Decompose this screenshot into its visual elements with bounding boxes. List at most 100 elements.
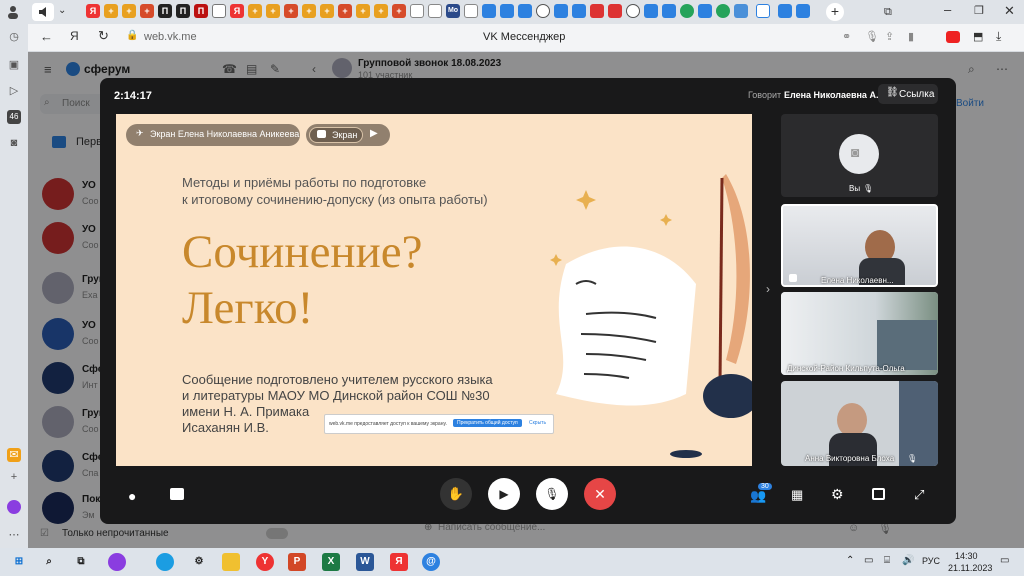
tab-icon-whatsapp[interactable] [716,4,730,18]
picture-in-picture-icon[interactable] [872,488,885,500]
tab-icon-page[interactable]: П [158,4,172,18]
camera-toggle-button[interactable]: ▶ [488,478,520,510]
tab-icon-globe[interactable] [626,4,640,18]
window-minimize-button[interactable]: – [944,2,951,17]
tab-icon-mail[interactable] [698,4,712,18]
network-icon[interactable]: ⌸ [884,555,890,566]
share-screen-icon[interactable] [170,488,184,500]
fullscreen-icon[interactable]: ⤢ [914,487,924,503]
tabs-dropdown-icon[interactable]: ⌄ [58,5,70,19]
tab-icon-globe[interactable] [212,4,226,18]
settings-gear-icon[interactable]: ⚙ [831,486,844,503]
record-icon[interactable] [946,31,960,43]
badge-46-icon[interactable]: 46 [7,110,21,124]
tab-icon-vk[interactable] [518,4,532,18]
participant-tile[interactable]: Динской-Район Кильпута-Ольга [781,292,938,375]
tiles-expand-chevron-icon[interactable]: › [766,282,770,296]
alice-taskbar-icon[interactable] [108,553,126,571]
search-icon[interactable]: ⌕ [40,553,58,571]
clock-date[interactable]: 21.11.2023 [948,563,992,573]
yandex-browser-icon[interactable]: Y [256,553,274,571]
grid-layout-icon[interactable]: ▦ [791,487,803,503]
tab-icon-cross[interactable]: + [320,4,334,18]
stop-sharing-button[interactable]: Прекратить общий доступ [453,419,522,427]
tab-icon-cross[interactable]: + [374,4,388,18]
tab-icon-mail[interactable] [644,4,658,18]
tray-app-icon[interactable]: ▭ [864,555,873,566]
screen-toggle-pill[interactable]: Экран ▶ [306,124,390,146]
new-tab-button[interactable]: + [826,3,844,21]
translate-icon[interactable]: ⚭ [842,30,851,43]
sound-tab[interactable] [32,3,54,21]
tab-icon-cross[interactable]: + [338,4,352,18]
download-icon[interactable]: ⤓ [996,29,1001,44]
notifications-icon[interactable]: ▭ [1000,555,1009,566]
camera-toggle-icon[interactable]: ▶ [370,128,378,139]
tab-icon-whatsapp[interactable] [680,4,694,18]
window-close-button[interactable]: ✕ [1004,3,1015,19]
participant-tile[interactable]: Анна Викторовна Блоха 🎙 [781,381,938,466]
mail-app-icon[interactable]: ✉ [7,448,21,462]
tab-icon-vk-active[interactable] [756,4,770,18]
tab-icon-mo[interactable]: Мо [446,4,460,18]
tab-icon-cross[interactable]: + [122,4,136,18]
tab-icon-doc[interactable] [464,4,478,18]
tab-icon-cross[interactable]: + [356,4,370,18]
yandex-icon[interactable]: Я [70,29,79,43]
task-view-icon[interactable]: ⧉ [72,553,90,571]
tab-icon-page[interactable]: П [176,4,190,18]
profile-icon[interactable] [7,5,19,19]
tab-icon-cross[interactable]: + [302,4,316,18]
tab-icon-red[interactable] [590,4,604,18]
bookmark-icon[interactable]: ▮ [908,30,914,43]
explorer-icon[interactable] [222,553,240,571]
tab-icon-globe[interactable] [536,4,550,18]
end-call-button[interactable]: ✕ [584,478,616,510]
hide-notice-button[interactable]: Скрыть [529,420,546,426]
copy-link-button[interactable]: ⛓ Ссылка [878,84,938,104]
more-icon[interactable]: ⋯ [7,528,21,542]
tab-icon-mail[interactable] [482,4,496,18]
chat-icon[interactable]: ● [128,488,136,504]
tab-icon-cross[interactable]: + [248,4,262,18]
tab-icon-doc[interactable] [428,4,442,18]
share-icon[interactable]: ⇪ [885,30,894,43]
tab-icon-cross[interactable]: + [392,4,406,18]
camera-icon[interactable]: ◙ [7,136,21,150]
window-tabs-icon[interactable]: ⧉ [884,6,892,19]
clock-time[interactable]: 14:30 [955,551,978,561]
participant-tile[interactable]: ◙ Вы 🎙 [781,114,938,197]
powerpoint-icon[interactable]: P [288,553,306,571]
edge-icon[interactable] [156,553,174,571]
tab-icon-cross[interactable]: + [266,4,280,18]
extensions-icon[interactable]: ⬒ [973,30,983,43]
back-icon[interactable]: ← [40,29,53,44]
microphone-toggle-button[interactable]: 🎙 [536,478,568,510]
history-icon[interactable]: ◷ [7,30,21,44]
tab-icon-vk[interactable] [572,4,586,18]
word-icon[interactable]: W [356,553,374,571]
tab-icon-cross[interactable]: + [104,4,118,18]
volume-icon[interactable]: 🔊 [902,555,914,566]
tab-icon-yandex[interactable]: Я [86,4,100,18]
alice-icon[interactable] [7,500,21,514]
excel-icon[interactable]: X [322,553,340,571]
add-app-icon[interactable]: + [7,470,21,484]
participants-icon[interactable]: 👥 [750,488,766,504]
participant-tile[interactable]: Елена Николаевн... [781,204,938,287]
tab-icon-yandex[interactable]: Я [230,4,244,18]
tab-icon-page[interactable]: П [194,4,208,18]
start-icon[interactable]: ⊞ [10,553,28,571]
microphone-icon[interactable]: 🎙 [865,30,879,43]
tab-icon-mail[interactable] [500,4,514,18]
collections-icon[interactable]: ▣ [7,58,21,72]
tab-icon-active[interactable] [734,4,748,18]
tab-icon-cross[interactable]: + [140,4,154,18]
reload-icon[interactable]: ↻ [98,28,109,44]
tab-icon-cross[interactable]: + [284,4,298,18]
language-indicator[interactable]: РУС [922,556,940,566]
mail-taskbar-icon[interactable]: @ [422,553,440,571]
tab-icon-mail[interactable] [796,4,810,18]
yandex-taskbar-icon[interactable]: Я [390,553,408,571]
tab-icon-mail[interactable] [778,4,792,18]
